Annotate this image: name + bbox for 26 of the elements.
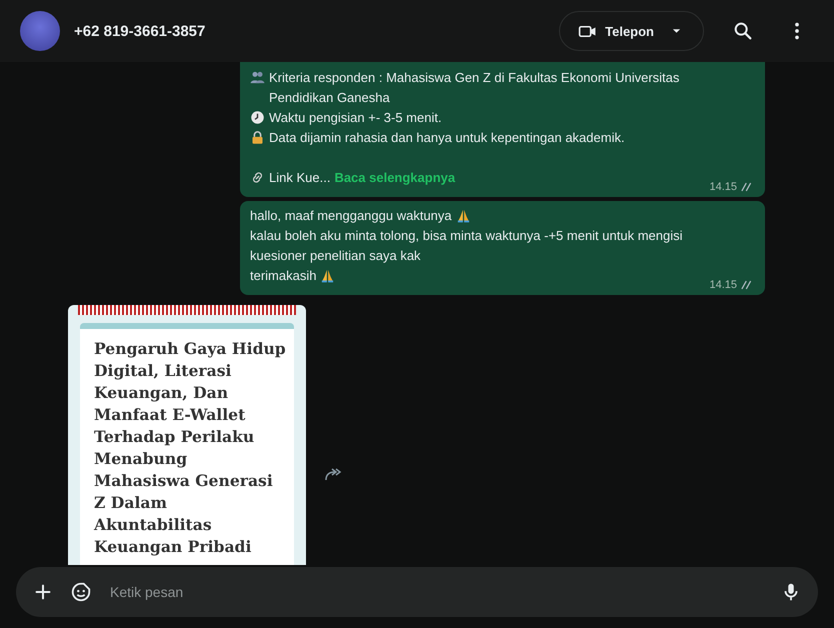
praying-hands-icon bbox=[456, 208, 471, 223]
message-text: Data dijamin rahasia dan hanya untuk kepentingan akademik. bbox=[269, 129, 625, 147]
people-icon bbox=[250, 70, 265, 85]
caret-icon bbox=[672, 28, 681, 34]
document-preview[interactable]: Pengaruh Gaya Hidup Digital, Literasi Keuangan, Dan Manfaat E-Wallet Terhadap Perilaku Menabung Mahasiswa Generasi Z Dalam Akuntabilitas Keuangan Pribadi bbox=[68, 305, 306, 565]
message-time: 14.15 bbox=[709, 278, 737, 293]
read-more-link[interactable]: Baca selengkapnya bbox=[334, 168, 456, 188]
avatar[interactable] bbox=[20, 11, 60, 51]
message-text: Link Kue... bbox=[269, 169, 330, 187]
message-text: Waktu pengisian +- 3-5 menit. bbox=[269, 109, 442, 127]
link-icon bbox=[250, 170, 265, 185]
message-text: terimakasih bbox=[250, 267, 316, 285]
message-text: Kriteria responden : Mahasiswa Gen Z di Fakultas Ekonomi Universitas Pendidikan Ganesha bbox=[269, 69, 680, 107]
clock-icon bbox=[250, 110, 265, 125]
lock-icon bbox=[250, 130, 265, 145]
praying-hands-icon bbox=[320, 268, 336, 283]
menu-icon[interactable] bbox=[794, 20, 800, 42]
message-text: hallo, maaf mengganggu waktunya bbox=[250, 207, 452, 225]
message-time: 14.15 bbox=[709, 180, 737, 195]
sticker-icon[interactable] bbox=[70, 581, 92, 603]
search-icon[interactable] bbox=[732, 20, 754, 42]
call-button[interactable]: Telepon bbox=[559, 11, 704, 51]
contact-name[interactable]: +62 819-3661-3857 bbox=[74, 22, 206, 40]
message-input[interactable]: Ketik pesan bbox=[16, 567, 818, 617]
forward-icon[interactable] bbox=[324, 467, 344, 481]
document-title: Pengaruh Gaya Hidup Digital, Literasi Keuangan, Dan Manfaat E-Wallet Terhadap Perilaku Menabung Mahasiswa Generasi Z Dalam Akuntabilitas Keuangan Pribadi bbox=[94, 338, 286, 558]
